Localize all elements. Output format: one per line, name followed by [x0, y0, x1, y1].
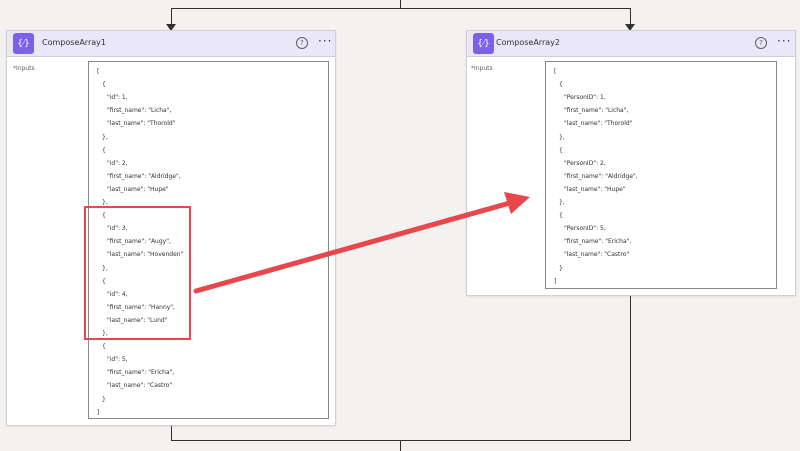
connector-left-bottom — [171, 425, 172, 440]
code-line: [ — [97, 68, 100, 75]
code-line: "first_name": "Aldridge", — [564, 172, 638, 180]
code-line: "PersonID": 2, — [564, 159, 606, 167]
compose-icon: {⁄} — [13, 33, 34, 54]
code-line: "first_name": "Aldridge", — [107, 172, 181, 180]
code-line: ] — [97, 408, 100, 416]
code-line: "first_name": "Licha", — [564, 107, 629, 115]
code-line: "last_name": "Hupe" — [107, 185, 169, 193]
code-line: "id": 5, — [107, 356, 128, 364]
connector-bottom-vertical — [400, 440, 401, 451]
card-header[interactable]: {⁄} ComposeArray2 ? ··· — [467, 31, 795, 57]
card-title: ComposeArray2 — [496, 38, 560, 47]
inputs-label: *Inputs — [13, 65, 35, 72]
connector-bottom-horizontal — [171, 440, 631, 441]
code-line: { — [559, 212, 563, 220]
code-line: "id": 1, — [107, 94, 128, 102]
code-line: "last_name": "Hupe" — [564, 185, 626, 193]
code-line: { — [559, 81, 563, 89]
card-header[interactable]: {⁄} ComposeArray1 ? ··· — [7, 31, 335, 57]
code-line: "first_name": "Ericha", — [564, 238, 632, 246]
help-icon[interactable]: ? — [296, 37, 308, 49]
code-line: } — [102, 395, 106, 403]
code-line: [ — [554, 68, 557, 75]
code-line: "last_name": "Thorold" — [564, 120, 633, 128]
code-line: "PersonID": 1, — [564, 94, 606, 102]
code-line: }, — [559, 133, 565, 141]
code-line: "last_name": "Thorold" — [107, 120, 176, 128]
code-line: "PersonID": 5, — [564, 225, 606, 233]
removed-items-highlight — [84, 206, 191, 340]
connector-right-bottom — [630, 295, 631, 440]
code-line: { — [559, 146, 563, 154]
code-line: "id": 2, — [107, 159, 128, 167]
inputs-field[interactable]: [{"PersonID": 1, "first_name": "Licha", "l… — [545, 61, 777, 289]
help-icon[interactable]: ? — [755, 37, 767, 49]
code-line: "first_name": "Ericha", — [107, 369, 175, 377]
code-line: "first_name": "Licha", — [107, 107, 172, 115]
code-line: { — [102, 146, 106, 154]
card-title: ComposeArray1 — [42, 38, 106, 47]
compose-array2-card[interactable]: {⁄} ComposeArray2 ? ··· *Inputs [{"Perso… — [466, 30, 796, 296]
more-options-icon[interactable]: ··· — [318, 34, 332, 48]
code-line: ] — [554, 277, 557, 285]
code-line: } — [559, 264, 563, 272]
code-line: { — [102, 343, 106, 351]
code-line: "last_name": "Castro" — [107, 382, 173, 390]
code-line: { — [102, 81, 106, 89]
code-line: "last_name": "Castro" — [564, 251, 630, 259]
code-line: }, — [102, 133, 108, 141]
inputs-label: *Inputs — [471, 65, 493, 72]
code-line: }, — [102, 199, 108, 206]
connector-top-horizontal — [171, 8, 631, 9]
more-options-icon[interactable]: ··· — [777, 34, 791, 48]
compose-icon: {⁄} — [473, 33, 494, 54]
code-line: }, — [559, 199, 565, 206]
